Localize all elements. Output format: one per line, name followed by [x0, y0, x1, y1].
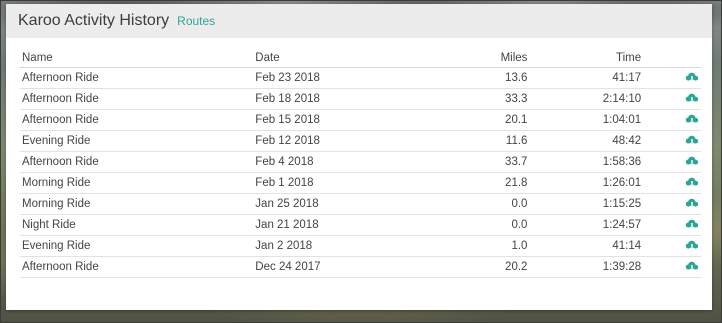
activity-date: Jan 2 2018	[255, 235, 435, 257]
activity-miles: 20.2	[434, 256, 528, 278]
activity-time: 48:42	[527, 130, 642, 152]
download-action	[641, 88, 701, 110]
activity-time: 1:26:01	[527, 172, 642, 194]
activity-date: Jan 21 2018	[255, 214, 435, 236]
cloud-download-icon[interactable]	[685, 92, 699, 106]
activity-table: Name Date Miles Time Afternoon Ride Feb 2…	[20, 48, 701, 278]
activity-date: Feb 4 2018	[255, 151, 435, 173]
activity-miles: 1.0	[434, 235, 528, 257]
activity-date: Feb 1 2018	[255, 172, 435, 194]
activity-name: Afternoon Ride	[20, 88, 256, 110]
activity-miles: 0.0	[434, 214, 528, 236]
download-action	[641, 67, 701, 89]
activity-date: Jan 25 2018	[255, 193, 435, 215]
column-header-action	[641, 48, 701, 68]
table-row[interactable]: Afternoon Ride Feb 4 2018 33.7 1:58:36	[20, 151, 701, 173]
activity-miles: 33.7	[434, 151, 528, 173]
activity-miles: 0.0	[434, 193, 528, 215]
activity-miles: 21.8	[434, 172, 528, 194]
activity-time: 2:14:10	[527, 88, 642, 110]
activity-name: Evening Ride	[20, 235, 256, 257]
page-title: Karoo Activity History	[18, 12, 170, 29]
activity-name: Afternoon Ride	[20, 67, 256, 89]
activity-miles: 33.3	[434, 88, 528, 110]
column-header-time[interactable]: Time	[527, 48, 642, 68]
cloud-download-icon[interactable]	[685, 239, 699, 253]
download-action	[641, 109, 701, 131]
table-row[interactable]: Evening Ride Jan 2 2018 1.0 41:14	[20, 235, 701, 257]
activity-name: Afternoon Ride	[20, 256, 256, 278]
activity-name: Afternoon Ride	[20, 109, 256, 131]
activity-date: Feb 18 2018	[255, 88, 435, 110]
activity-name: Night Ride	[20, 214, 256, 236]
activity-name: Morning Ride	[20, 193, 256, 215]
table-row[interactable]: Afternoon Ride Dec 24 2017 20.2 1:39:28	[20, 256, 701, 278]
cloud-download-icon[interactable]	[685, 155, 699, 169]
activity-time: 41:14	[527, 235, 642, 257]
table-row[interactable]: Morning Ride Jan 25 2018 0.0 1:15:25	[20, 193, 701, 215]
cloud-download-icon[interactable]	[685, 71, 699, 85]
download-action	[641, 151, 701, 173]
card-header: Karoo Activity History Routes	[6, 4, 712, 38]
column-header-name[interactable]: Name	[20, 48, 256, 68]
activity-miles: 20.1	[434, 109, 528, 131]
activity-date: Feb 15 2018	[255, 109, 435, 131]
activity-time: 1:39:28	[527, 256, 642, 278]
download-action	[641, 130, 701, 152]
activity-name: Morning Ride	[20, 172, 256, 194]
activity-rows: Afternoon Ride Feb 23 2018 13.6 41:17 Aftern…	[20, 67, 701, 278]
cloud-download-icon[interactable]	[685, 218, 699, 232]
table-row[interactable]: Evening Ride Feb 12 2018 11.6 48:42	[20, 130, 701, 152]
activity-miles: 11.6	[434, 130, 528, 152]
download-action	[641, 256, 701, 278]
activity-date: Dec 24 2017	[255, 256, 435, 278]
table-row[interactable]: Night Ride Jan 21 2018 0.0 1:24:57	[20, 214, 701, 236]
download-action	[641, 214, 701, 236]
activity-time: 1:15:25	[527, 193, 642, 215]
activity-name: Evening Ride	[20, 130, 256, 152]
activity-miles: 13.6	[434, 67, 528, 89]
activity-time: 1:04:01	[527, 109, 642, 131]
download-action	[641, 172, 701, 194]
activity-time: 1:24:57	[527, 214, 642, 236]
activity-name: Afternoon Ride	[20, 151, 256, 173]
cloud-download-icon[interactable]	[685, 113, 699, 127]
routes-link[interactable]: Routes	[177, 14, 215, 28]
activity-time: 41:17	[527, 67, 642, 89]
activity-date: Feb 12 2018	[255, 130, 435, 152]
activity-time: 1:58:36	[527, 151, 642, 173]
download-action	[641, 193, 701, 215]
table-row[interactable]: Afternoon Ride Feb 23 2018 13.6 41:17	[20, 67, 701, 89]
table-row[interactable]: Afternoon Ride Feb 15 2018 20.1 1:04:01	[20, 109, 701, 131]
column-header-date[interactable]: Date	[255, 48, 435, 68]
cloud-download-icon[interactable]	[685, 260, 699, 274]
download-action	[641, 235, 701, 257]
table-row[interactable]: Morning Ride Feb 1 2018 21.8 1:26:01	[20, 172, 701, 194]
activity-date: Feb 23 2018	[255, 67, 435, 89]
cloud-download-icon[interactable]	[685, 197, 699, 211]
table-header-row: Name Date Miles Time	[20, 48, 701, 68]
table-row[interactable]: Afternoon Ride Feb 18 2018 33.3 2:14:10	[20, 88, 701, 110]
cloud-download-icon[interactable]	[685, 134, 699, 148]
cloud-download-icon[interactable]	[685, 176, 699, 190]
column-header-miles[interactable]: Miles	[434, 48, 528, 68]
